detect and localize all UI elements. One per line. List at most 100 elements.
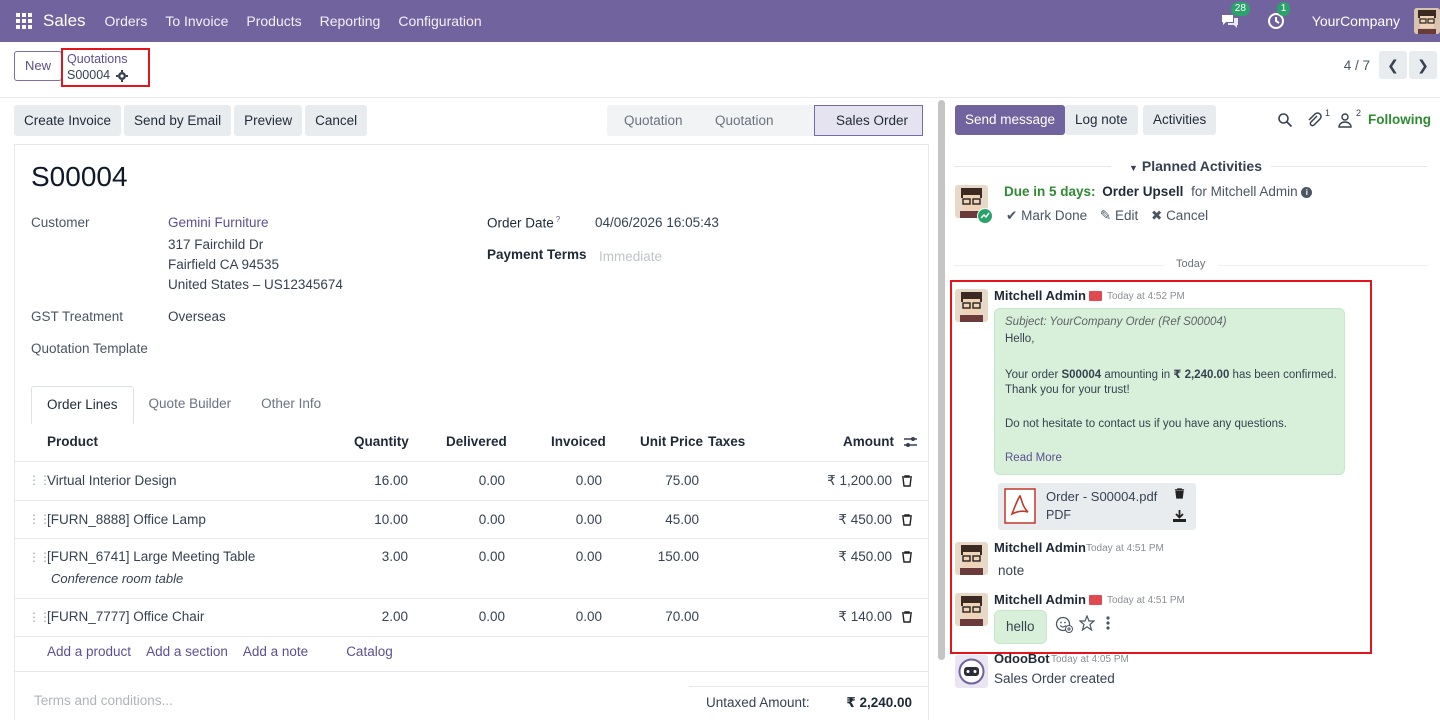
attachments-button[interactable]: 1: [1306, 108, 1332, 128]
message-author[interactable]: Mitchell Admin: [994, 540, 1086, 555]
line-delivered[interactable]: 0.00: [479, 512, 505, 527]
gst-treatment-value[interactable]: Overseas: [168, 309, 226, 324]
message-author[interactable]: OdooBot: [994, 651, 1050, 666]
table-row[interactable]: ⋮⋮ [FURN_6741] Large Meeting Table Confe…: [15, 538, 928, 598]
user-avatar[interactable]: [1414, 8, 1440, 34]
avatar[interactable]: [955, 593, 988, 626]
line-product[interactable]: Virtual Interior Design: [47, 473, 177, 488]
add-reaction-icon[interactable]: [1055, 615, 1073, 633]
followers-button[interactable]: 2: [1337, 108, 1363, 128]
drag-handle-icon[interactable]: ⋮⋮: [28, 512, 51, 526]
table-row[interactable]: ⋮⋮ [FURN_7777] Office Chair 2.00 0.00 0.…: [15, 598, 928, 636]
add-product-link[interactable]: Add a product: [47, 644, 131, 659]
preview-button[interactable]: Preview: [234, 105, 303, 136]
col-unit-price[interactable]: Unit Price: [640, 425, 703, 461]
avatar[interactable]: [955, 289, 988, 322]
send-by-email-button[interactable]: Send by Email: [124, 105, 232, 136]
avatar[interactable]: [955, 655, 988, 688]
line-quantity[interactable]: 3.00: [382, 549, 408, 564]
table-row[interactable]: ⋮⋮ [FURN_8888] Office Lamp 10.00 0.00 0.…: [15, 500, 928, 538]
order-date-value[interactable]: 04/06/2026 16:05:43: [595, 215, 719, 230]
line-invoiced[interactable]: 0.00: [576, 609, 602, 624]
company-switcher[interactable]: YourCompany: [1312, 13, 1400, 29]
trash-icon[interactable]: [901, 475, 913, 487]
drag-handle-icon[interactable]: ⋮⋮: [28, 610, 51, 624]
star-icon[interactable]: [1079, 615, 1095, 631]
payment-terms-field[interactable]: Immediate: [599, 249, 662, 264]
pager-previous-button[interactable]: ❮: [1379, 51, 1407, 79]
line-description[interactable]: Conference room table: [51, 571, 183, 586]
trash-icon[interactable]: [1174, 488, 1185, 499]
trash-icon[interactable]: [901, 551, 913, 563]
line-invoiced[interactable]: 0.00: [576, 473, 602, 488]
line-unit-price[interactable]: 75.00: [665, 473, 699, 488]
breadcrumb-quotations-link[interactable]: Quotations: [67, 52, 148, 67]
log-note-button[interactable]: Log note: [1065, 105, 1138, 135]
col-amount[interactable]: Amount: [843, 425, 894, 461]
tab-other-info[interactable]: Other Info: [246, 386, 336, 424]
line-invoiced[interactable]: 0.00: [576, 512, 602, 527]
optional-columns-icon[interactable]: [903, 435, 918, 449]
read-more-link[interactable]: Read More: [1005, 452, 1062, 464]
avatar[interactable]: [955, 542, 988, 575]
tab-order-lines[interactable]: Order Lines: [31, 386, 134, 424]
line-delivered[interactable]: 0.00: [479, 609, 505, 624]
download-icon[interactable]: [1173, 510, 1186, 522]
edit-activity-button[interactable]: ✎ Edit: [1100, 208, 1138, 223]
col-taxes[interactable]: Taxes: [708, 425, 745, 461]
customer-link[interactable]: Gemini Furniture: [168, 215, 269, 230]
create-invoice-button[interactable]: Create Invoice: [14, 105, 122, 136]
pager-value[interactable]: 4 / 7: [1344, 58, 1370, 73]
line-product[interactable]: [FURN_8888] Office Lamp: [47, 512, 206, 527]
drag-handle-icon[interactable]: ⋮⋮: [28, 550, 51, 564]
cancel-button[interactable]: Cancel: [305, 105, 368, 136]
line-invoiced[interactable]: 0.00: [576, 549, 602, 564]
activities-clock-icon[interactable]: 1: [1266, 2, 1291, 31]
attachment-card[interactable]: Order - S00004.pdf PDF: [998, 483, 1196, 530]
new-button[interactable]: New: [14, 51, 63, 81]
col-delivered[interactable]: Delivered: [446, 425, 507, 461]
send-message-button[interactable]: Send message: [955, 105, 1066, 135]
line-product[interactable]: [FURN_7777] Office Chair: [47, 609, 204, 624]
planned-activities-toggle[interactable]: ▼ Planned Activities: [1129, 158, 1262, 174]
menu-configuration[interactable]: Configuration: [398, 13, 481, 29]
menu-products[interactable]: Products: [246, 13, 301, 29]
menu-orders[interactable]: Orders: [105, 13, 148, 29]
terms-and-conditions-field[interactable]: Terms and conditions...: [34, 693, 173, 708]
drag-handle-icon[interactable]: ⋮⋮: [28, 473, 51, 487]
message-author[interactable]: Mitchell Admin: [994, 592, 1086, 607]
cancel-activity-button[interactable]: ✖ Cancel: [1151, 208, 1208, 223]
activities-button[interactable]: Activities: [1143, 105, 1217, 135]
app-name[interactable]: Sales: [43, 11, 86, 31]
table-row[interactable]: ⋮⋮ Virtual Interior Design 16.00 0.00 0.…: [15, 461, 928, 500]
trash-icon[interactable]: [901, 611, 913, 623]
info-icon[interactable]: i: [1301, 186, 1313, 198]
status-quotation[interactable]: Quotation: [607, 105, 696, 136]
gear-icon[interactable]: [116, 69, 129, 82]
line-unit-price[interactable]: 70.00: [665, 609, 699, 624]
line-product[interactable]: [FURN_6741] Large Meeting Table: [47, 549, 255, 564]
line-quantity[interactable]: 2.00: [382, 609, 408, 624]
line-quantity[interactable]: 10.00: [374, 512, 408, 527]
message-author[interactable]: Mitchell Admin: [994, 288, 1086, 303]
col-product[interactable]: Product: [47, 425, 98, 461]
messaging-icon[interactable]: 28: [1220, 2, 1250, 31]
more-options-icon[interactable]: [1106, 616, 1110, 630]
status-quotation-sent[interactable]: Quotation Sent: [695, 105, 815, 159]
trash-icon[interactable]: [901, 514, 913, 526]
line-quantity[interactable]: 16.00: [374, 473, 408, 488]
search-icon[interactable]: [1277, 112, 1293, 128]
line-unit-price[interactable]: 150.00: [658, 549, 699, 564]
add-section-link[interactable]: Add a section: [146, 644, 228, 659]
col-quantity[interactable]: Quantity: [354, 425, 409, 461]
line-delivered[interactable]: 0.00: [479, 473, 505, 488]
menu-reporting[interactable]: Reporting: [320, 13, 381, 29]
following-toggle[interactable]: Following: [1368, 112, 1431, 127]
mark-done-button[interactable]: ✔ Mark Done: [1006, 208, 1087, 223]
line-unit-price[interactable]: 45.00: [665, 512, 699, 527]
add-note-link[interactable]: Add a note: [243, 644, 308, 659]
tab-quote-builder[interactable]: Quote Builder: [134, 386, 247, 424]
menu-to-invoice[interactable]: To Invoice: [165, 13, 228, 29]
pager-next-button[interactable]: ❯: [1409, 51, 1437, 79]
col-invoiced[interactable]: Invoiced: [551, 425, 606, 461]
